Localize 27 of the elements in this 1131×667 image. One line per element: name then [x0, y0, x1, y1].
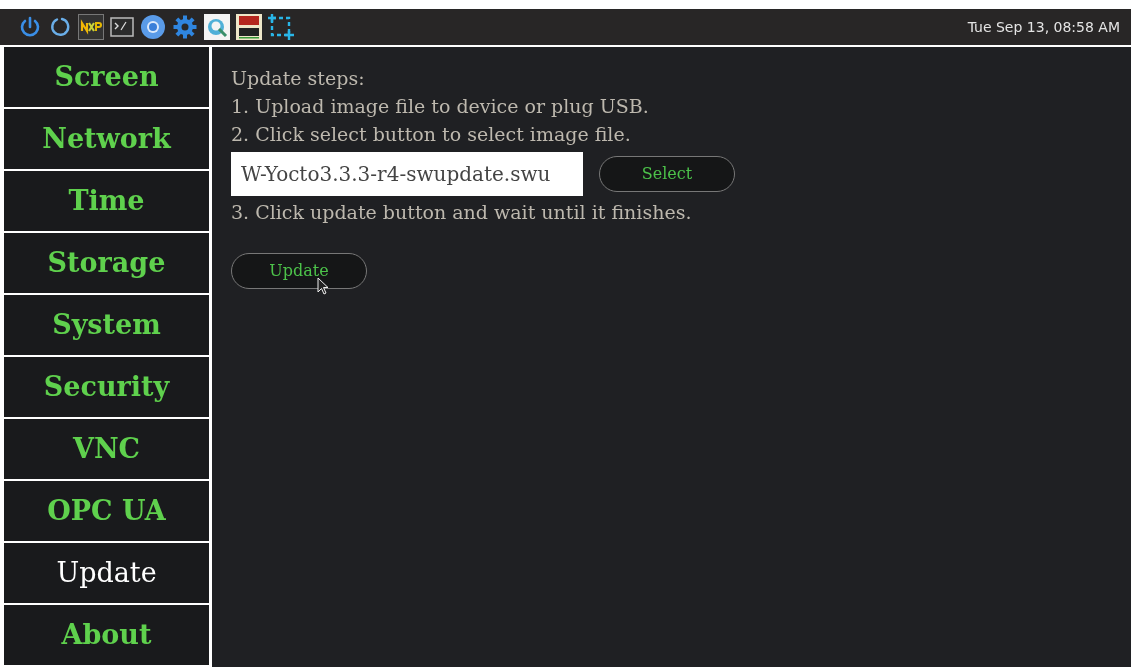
gear-icon[interactable]: [172, 14, 198, 40]
clock: Tue Sep 13, 08:58 AM: [967, 17, 1121, 37]
sidebar-item[interactable]: Network: [4, 109, 209, 169]
sidebar-item[interactable]: About: [4, 605, 209, 665]
update-button[interactable]: Update: [231, 253, 367, 289]
sidebar-item[interactable]: OPC UA: [4, 481, 209, 541]
terminal-icon[interactable]: [110, 17, 134, 37]
sidebar-item[interactable]: Security: [4, 357, 209, 417]
sidebar-item[interactable]: VNC: [4, 419, 209, 479]
instruction-text: 1. Upload image file to device or plug USB.: [231, 94, 649, 119]
sidebar-item[interactable]: Time: [4, 171, 209, 231]
instruction-text: 3. Click update button and wait until it finishes.: [231, 200, 692, 225]
sidebar-item[interactable]: Update: [4, 543, 209, 603]
browser-icon[interactable]: [140, 14, 166, 40]
file-path-field[interactable]: W-Yocto3.3.3-r4-swupdate.swu: [231, 152, 583, 196]
vnc-logo-icon[interactable]: [236, 14, 262, 40]
sidebar-item[interactable]: Storage: [4, 233, 209, 293]
selection-icon[interactable]: [268, 14, 294, 40]
chip-logo-icon[interactable]: [78, 14, 104, 40]
sidebar-item[interactable]: Screen: [4, 47, 209, 107]
select-button[interactable]: Select: [599, 156, 735, 192]
refresh-icon[interactable]: [48, 15, 72, 39]
heading: Update steps:: [231, 66, 365, 91]
instruction-text: 2. Click select button to select image file.: [231, 122, 631, 147]
sidebar-item[interactable]: System: [4, 295, 209, 355]
magnifier-icon[interactable]: [204, 14, 230, 40]
power-icon[interactable]: [18, 15, 42, 39]
